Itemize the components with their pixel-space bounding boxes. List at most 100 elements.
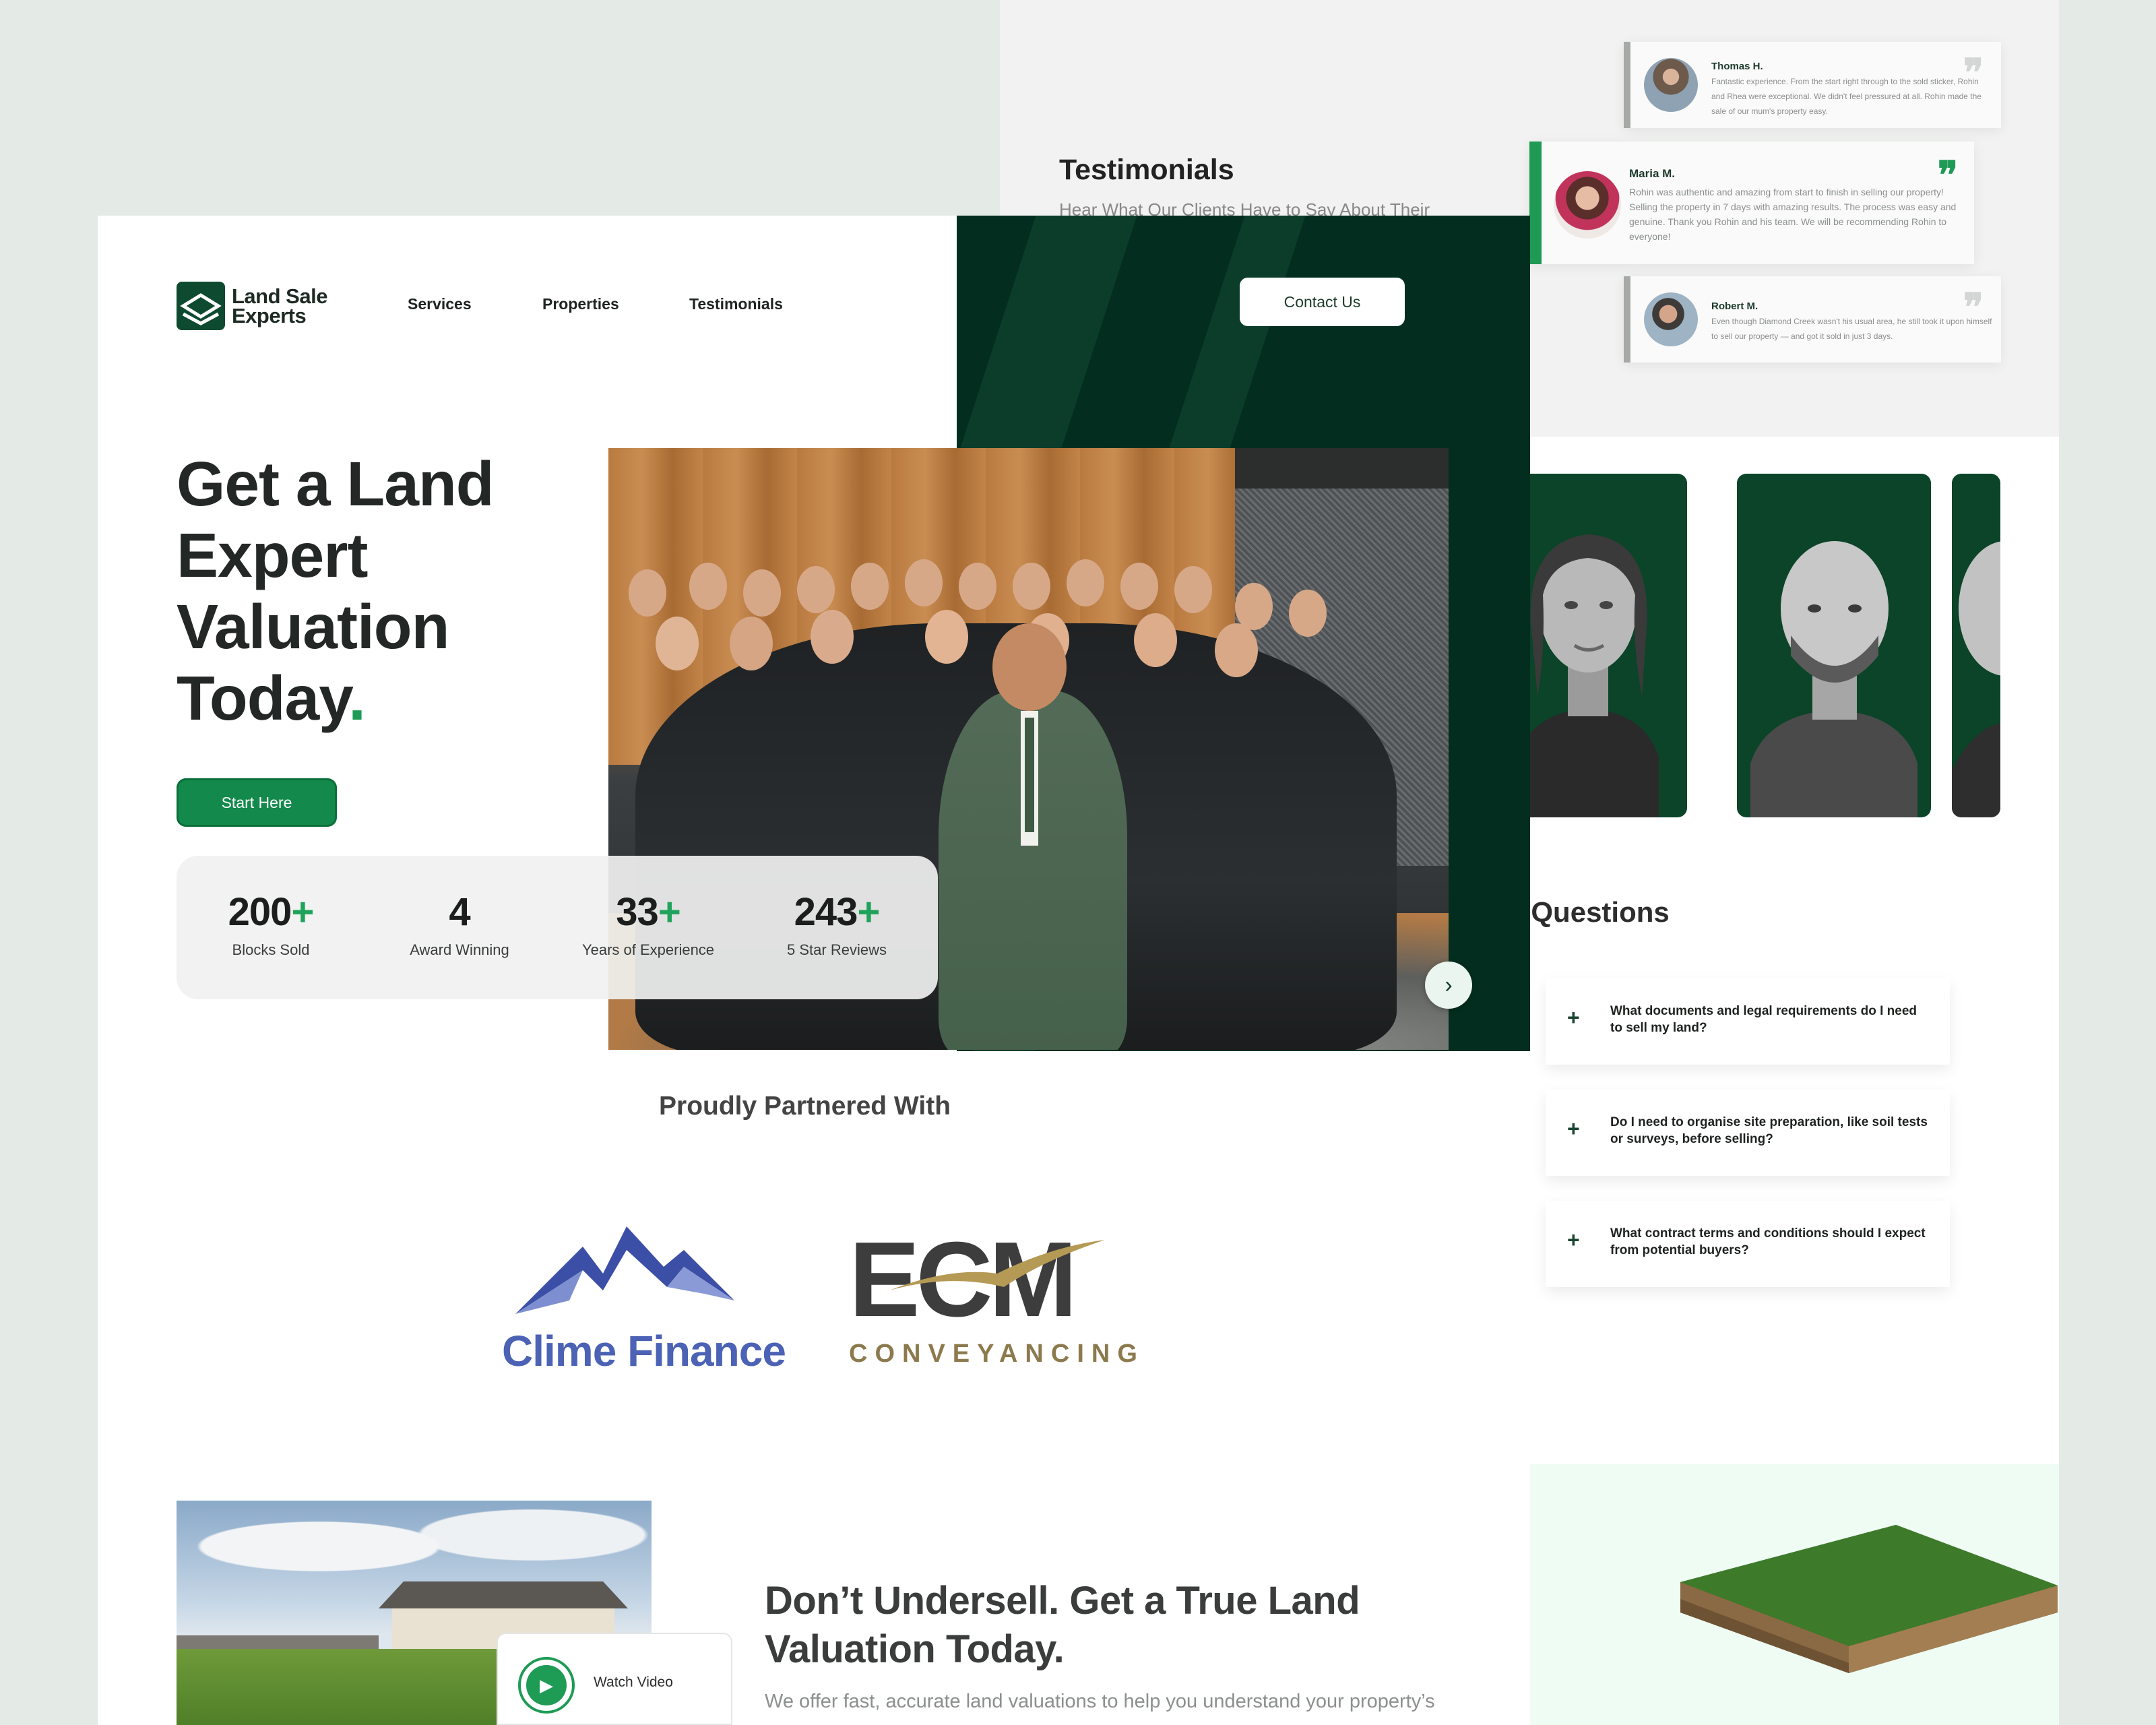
land-block-illustration <box>1680 1525 2058 1673</box>
team-member-photo <box>1952 541 2000 817</box>
faq-question: What documents and legal requirements do… <box>1610 1004 1917 1035</box>
person-head <box>797 566 835 613</box>
person-head <box>1289 590 1327 637</box>
person-head <box>1134 613 1177 667</box>
watch-video-button[interactable]: ▶ Watch Video <box>497 1633 732 1725</box>
stat-label: Blocks Sold <box>232 941 310 958</box>
roof <box>379 1581 628 1608</box>
card-accent-bar <box>1529 142 1542 264</box>
stat-plus: + <box>291 890 314 934</box>
stat-plus: + <box>658 890 681 934</box>
partners-title: Proudly Partnered With <box>659 1092 951 1121</box>
logo-mark-icon <box>177 282 225 330</box>
person-head <box>743 569 781 617</box>
logo[interactable]: Land Sale Experts <box>177 282 327 330</box>
person-head <box>811 610 854 664</box>
testimonial-card[interactable]: Maria M. Rohin was authentic and amazing… <box>1529 142 1974 264</box>
mountain-icon <box>515 1226 734 1314</box>
play-icon: ▶ <box>526 1665 567 1705</box>
faq-question: Do I need to organise site preparation, … <box>1610 1115 1928 1146</box>
person-head <box>1067 559 1104 606</box>
team-member-card[interactable] <box>1737 474 1931 817</box>
stat-value: 243 <box>794 890 858 934</box>
stat-label: 5 Star Reviews <box>787 941 887 958</box>
testimonial-card[interactable]: Robert M. Even though Diamond Creek wasn… <box>1624 276 2001 363</box>
team-member-photo <box>1750 541 1917 817</box>
section-title: Don’t Undersell. Get a True Land Valuati… <box>765 1577 1360 1674</box>
landing-page: Land Sale Experts Services Properties Te… <box>98 216 1530 1725</box>
partner-logo-clime-finance[interactable]: Clime Finance <box>502 1213 798 1388</box>
headline-line: Expert <box>177 520 368 590</box>
reviewer-name: Robert M. <box>1711 301 1758 312</box>
watch-video-label: Watch Video <box>594 1674 673 1690</box>
review-text: Even though Diamond Creek wasn't his usu… <box>1711 317 1992 341</box>
review-text: Rohin was authentic and amazing from sta… <box>1629 187 1957 242</box>
stat-plus: + <box>857 890 880 934</box>
section-title-line: Don’t Undersell. Get a True Land <box>765 1579 1360 1623</box>
stat-value: 4 <box>449 890 470 934</box>
partner-subtitle: CONVEYANCING <box>849 1340 1145 1368</box>
play-icon-ring: ▶ <box>518 1657 575 1714</box>
person-head <box>689 563 727 610</box>
headline-line: Get a Land <box>177 449 495 519</box>
hero-headline: Get a Land Expert Valuation Today. <box>177 448 495 734</box>
nav-properties[interactable]: Properties <box>542 295 619 313</box>
quote-icon: ❞ <box>1963 286 1984 328</box>
avatar <box>1554 171 1621 239</box>
chevron-right-icon: › <box>1445 972 1453 998</box>
person-head <box>1120 563 1158 610</box>
testimonials-title: Testimonials <box>1059 154 1234 186</box>
person-head <box>730 617 773 670</box>
faq-item[interactable]: + What documents and legal requirements … <box>1546 978 1950 1065</box>
stat-item: 243+ 5 Star Reviews <box>742 889 931 959</box>
person-head <box>925 610 968 664</box>
team-member-card[interactable] <box>1952 474 2000 817</box>
start-here-button[interactable]: Start Here <box>177 778 337 827</box>
stat-label: Years of Experience <box>581 941 715 958</box>
person-head <box>656 617 699 670</box>
photo-ceiling <box>1235 448 1449 489</box>
stat-value: 33 <box>616 890 659 934</box>
reviewer-name: Thomas H. <box>1711 61 1763 72</box>
reviewer-name: Maria M. <box>1629 167 1676 180</box>
plus-icon: + <box>1567 1117 1580 1141</box>
avatar <box>1644 58 1698 112</box>
person-head <box>629 569 666 617</box>
partner-logo-ecm-conveyancing[interactable]: ECM CONVEYANCING <box>849 1226 1137 1388</box>
person-head <box>959 563 996 610</box>
avatar <box>1644 292 1698 346</box>
person-head <box>1215 623 1258 677</box>
stats-panel: 200+ Blocks Sold 4 Award Winning 33+ Yea… <box>177 856 938 999</box>
person-head <box>1235 583 1273 630</box>
person-head <box>1013 563 1050 610</box>
plus-icon: + <box>1567 1005 1580 1030</box>
quote-icon: ❞ <box>1937 154 1958 196</box>
testimonial-card[interactable]: Thomas H. Fantastic experience. From the… <box>1624 42 2001 128</box>
stat-item: 33+ Years of Experience <box>554 889 742 959</box>
nav-testimonials[interactable]: Testimonials <box>689 295 783 313</box>
stat-value: 200 <box>228 890 292 934</box>
card-accent-bar <box>1624 276 1630 363</box>
person-head <box>1174 566 1212 613</box>
nav-services[interactable]: Services <box>408 295 472 313</box>
faq-item[interactable]: + What contract terms and conditions sho… <box>1546 1201 1950 1287</box>
swoosh-icon <box>889 1240 1105 1290</box>
plus-icon: + <box>1567 1228 1580 1252</box>
person-head <box>905 559 943 606</box>
person-head <box>851 563 889 610</box>
quote-icon: ❞ <box>1963 51 1984 94</box>
tie <box>1025 718 1034 832</box>
stat-item: 200+ Blocks Sold <box>177 889 365 959</box>
logo-line-1: Land Sale <box>232 284 327 308</box>
stat-item: 4 Award Winning <box>365 889 554 959</box>
faq-item[interactable]: + Do I need to organise site preparation… <box>1546 1090 1950 1176</box>
logo-text: Land Sale Experts <box>232 284 327 326</box>
featured-person-head <box>992 623 1067 711</box>
section-title-line: Valuation Today. <box>765 1627 1065 1671</box>
stat-label: Award Winning <box>410 941 509 958</box>
review-text: Fantastic experience. From the start rig… <box>1711 77 1981 116</box>
headline-line: Today <box>177 663 349 733</box>
headline-dot: . <box>348 663 366 733</box>
contact-us-button[interactable]: Contact Us <box>1240 278 1405 326</box>
next-arrow-button[interactable]: › <box>1425 962 1472 1009</box>
